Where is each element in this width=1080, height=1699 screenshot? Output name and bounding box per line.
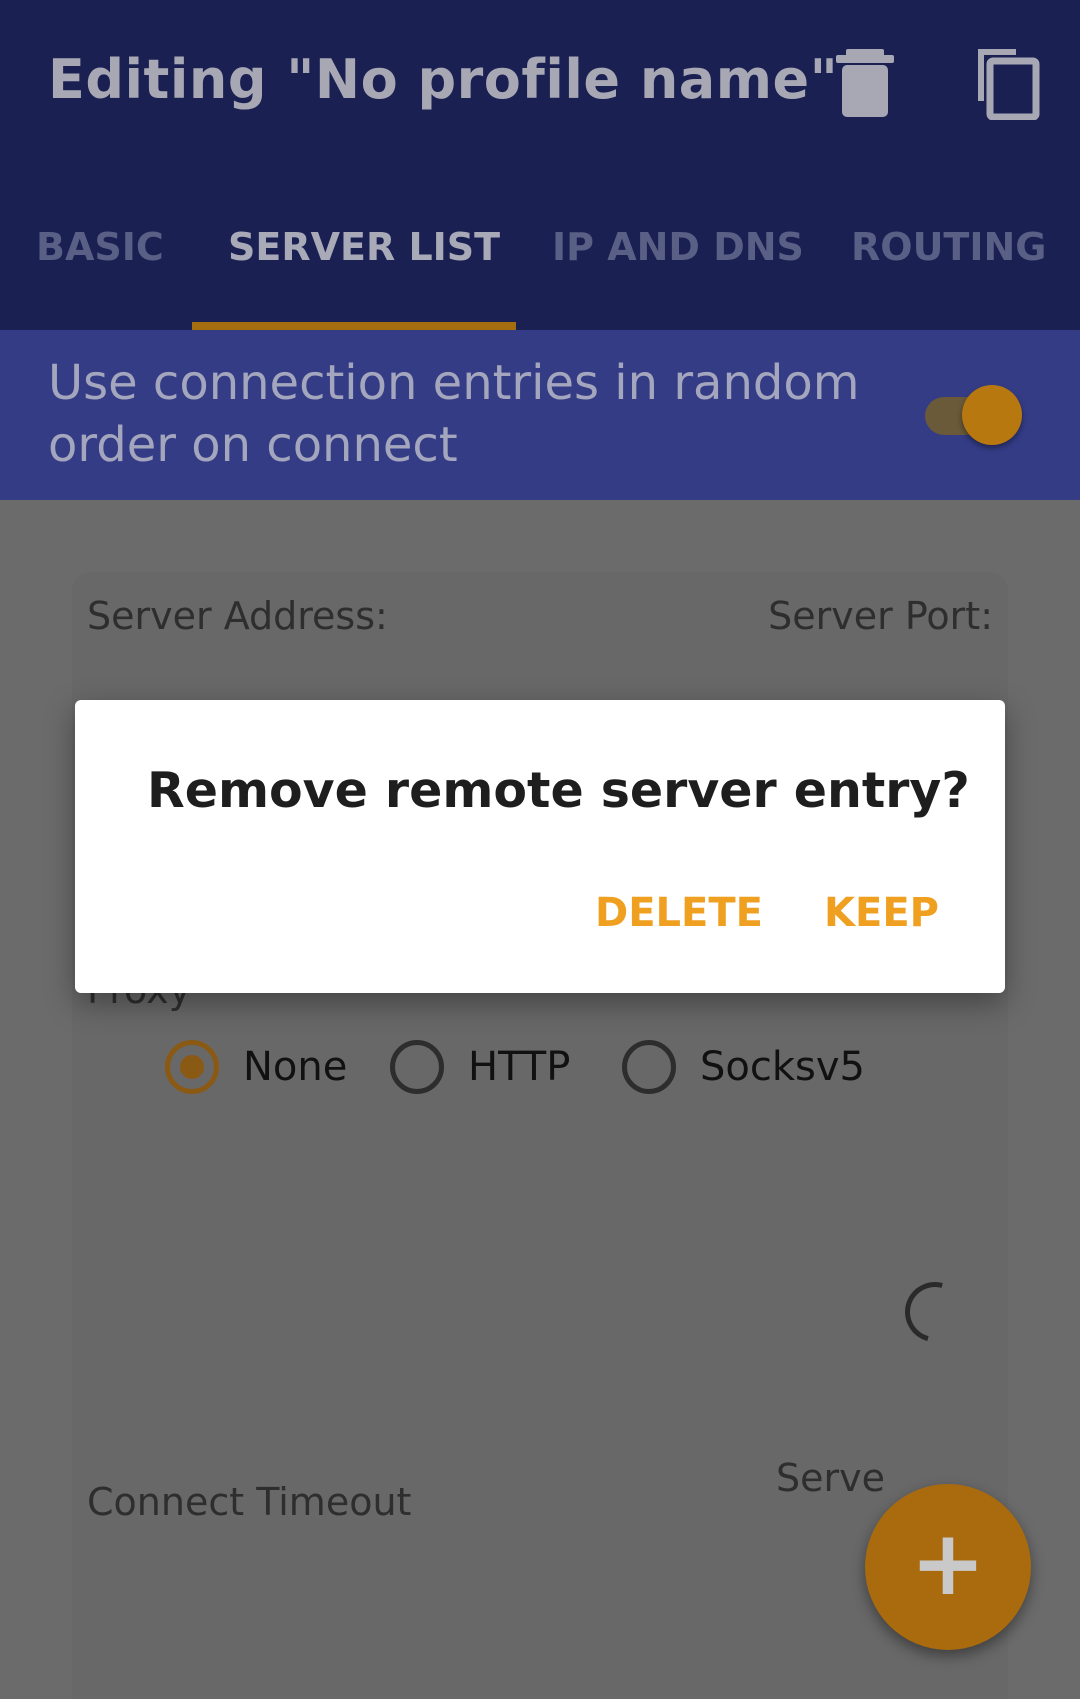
proxy-radio-group: None HTTP Socksv5: [165, 1040, 925, 1100]
trash-icon: [836, 49, 894, 117]
random-order-label: Use connection entries in random order o…: [48, 355, 860, 473]
tab-bar: BASIC SERVER LIST IP AND DNS ROUTING: [0, 215, 1080, 330]
tab-routing[interactable]: ROUTING: [851, 225, 1046, 269]
proxy-socksv5-label[interactable]: Socksv5: [700, 1044, 865, 1090]
plus-icon: +: [910, 1511, 986, 1616]
tab-basic[interactable]: BASIC: [36, 225, 164, 269]
delete-button[interactable]: DELETE: [595, 890, 763, 936]
add-server-button[interactable]: +: [865, 1484, 1031, 1650]
dialog-title: Remove remote server entry?: [147, 762, 970, 819]
proxy-http-label[interactable]: HTTP: [468, 1044, 570, 1090]
connect-timeout-label: Connect Timeout: [87, 1480, 412, 1524]
server-address-label: Server Address:: [87, 594, 388, 638]
remove-server-dialog: Remove remote server entry? DELETE KEEP: [75, 700, 1005, 993]
page-title: Editing "No profile name": [48, 48, 839, 111]
tab-ip-and-dns[interactable]: IP AND DNS: [552, 225, 804, 269]
delete-profile-button[interactable]: [830, 45, 900, 120]
random-order-switch[interactable]: [962, 385, 1022, 445]
copy-icon: [978, 49, 1040, 121]
keep-button[interactable]: KEEP: [824, 890, 939, 936]
proxy-http-radio[interactable]: [390, 1040, 444, 1094]
proxy-none-label[interactable]: None: [243, 1044, 347, 1090]
app-bar: Editing "No profile name" BASIC SERVER L…: [0, 0, 1080, 330]
copy-profile-button[interactable]: [972, 45, 1042, 121]
server-partial-label: Serve: [776, 1456, 885, 1500]
proxy-socksv5-radio[interactable]: [622, 1040, 676, 1094]
random-order-row[interactable]: Use connection entries in random order o…: [0, 330, 1080, 500]
server-port-label: Server Port:: [768, 594, 993, 638]
proxy-none-radio[interactable]: [165, 1040, 219, 1094]
tab-server-list[interactable]: SERVER LIST: [228, 225, 500, 269]
active-tab-indicator: [192, 322, 516, 330]
